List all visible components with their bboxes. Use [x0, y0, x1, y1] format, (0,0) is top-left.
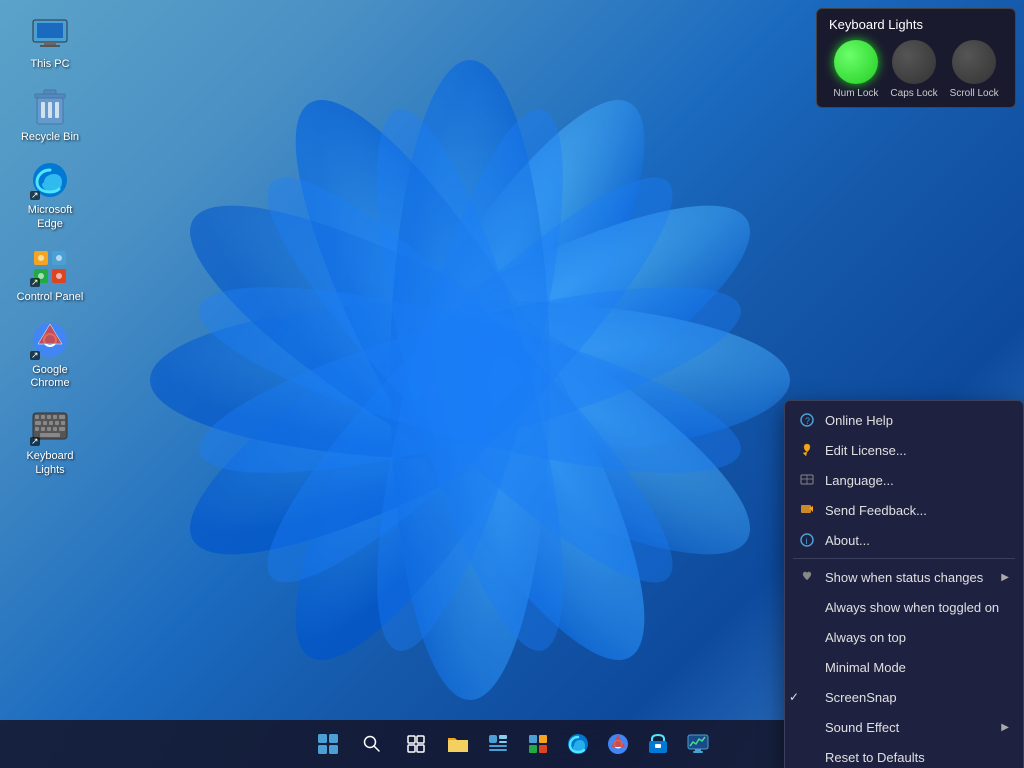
file-explorer-taskbar-btn[interactable]: [440, 726, 476, 762]
desktop-icon-recycle-bin[interactable]: Recycle Bin: [10, 83, 90, 148]
menu-item-about[interactable]: i About...: [785, 525, 1023, 555]
menu-label-always-show-toggled: Always show when toggled on: [825, 600, 1009, 615]
always-show-icon: [799, 599, 815, 615]
chrome-label: Google Chrome: [14, 364, 86, 390]
taskbar-center: [308, 724, 716, 764]
about-icon: i: [799, 532, 815, 548]
desktop: This PC Recycle Bin: [0, 0, 1024, 768]
svg-text:?: ?: [805, 416, 810, 426]
menu-item-reset-defaults[interactable]: Reset to Defaults: [785, 742, 1023, 768]
desktop-icon-chrome[interactable]: ↗ Google Chrome: [10, 316, 90, 394]
desktop-icons: This PC Recycle Bin: [10, 10, 90, 481]
screensnap-icon: [799, 689, 815, 705]
sound-effect-arrow: ▶: [1001, 722, 1009, 733]
language-icon: [799, 472, 815, 488]
menu-item-always-on-top[interactable]: Always on top: [785, 622, 1023, 652]
menu-item-edit-license[interactable]: Edit License...: [785, 435, 1023, 465]
menu-label-always-on-top: Always on top: [825, 630, 1009, 645]
desktop-icon-this-pc[interactable]: This PC: [10, 10, 90, 75]
keyboard-lights-widget: Keyboard Lights Num Lock Caps Lock Scrol…: [816, 8, 1016, 108]
online-help-icon: ?: [799, 412, 815, 428]
keyboard-lights-icon: ↗: [30, 406, 70, 446]
caps-lock-circle: [892, 40, 936, 84]
control-panel-icon: ↗: [30, 247, 70, 287]
this-pc-icon: [30, 14, 70, 54]
menu-label-minimal-mode: Minimal Mode: [825, 660, 1009, 675]
menu-item-sound-effect[interactable]: Sound Effect ▶: [785, 712, 1023, 742]
menu-separator-1: [793, 558, 1015, 559]
edge-icon: ↗: [30, 160, 70, 200]
keyboard-lights-desktop-label: Keyboard Lights: [14, 450, 86, 476]
this-pc-label: This PC: [30, 58, 69, 71]
task-view-button[interactable]: [396, 724, 436, 764]
show-when-status-arrow: ▶: [1001, 572, 1009, 583]
menu-item-send-feedback[interactable]: Send Feedback...: [785, 495, 1023, 525]
store-btn[interactable]: [520, 726, 556, 762]
menu-label-sound-effect: Sound Effect: [825, 720, 991, 735]
num-lock-light: Num Lock: [833, 40, 878, 99]
num-lock-label: Num Lock: [833, 88, 878, 99]
svg-text:i: i: [806, 536, 808, 546]
show-when-status-icon: [799, 569, 815, 585]
ms-store-btn[interactable]: [640, 726, 676, 762]
menu-label-show-when-status: Show when status changes: [825, 570, 991, 585]
scroll-lock-label: Scroll Lock: [950, 88, 999, 99]
menu-item-show-when-status[interactable]: Show when status changes ▶: [785, 562, 1023, 592]
reset-defaults-icon: [799, 749, 815, 765]
send-feedback-icon: [799, 502, 815, 518]
num-lock-circle: [834, 40, 878, 84]
menu-label-send-feedback: Send Feedback...: [825, 503, 1009, 518]
menu-label-language: Language...: [825, 473, 1009, 488]
menu-label-edit-license: Edit License...: [825, 443, 1009, 458]
menu-label-reset-defaults: Reset to Defaults: [825, 750, 1009, 765]
edit-license-icon: [799, 442, 815, 458]
lights-row: Num Lock Caps Lock Scroll Lock: [829, 40, 1003, 99]
chrome-icon: ↗: [30, 320, 70, 360]
widget-title: Keyboard Lights: [829, 17, 1003, 32]
recycle-bin-icon: [30, 87, 70, 127]
chrome-taskbar-btn[interactable]: [600, 726, 636, 762]
desktop-icon-control-panel[interactable]: ↗ Control Panel: [10, 243, 90, 308]
menu-item-language[interactable]: Language...: [785, 465, 1023, 495]
menu-item-screensnap[interactable]: ScreenSnap: [785, 682, 1023, 712]
menu-item-always-show-toggled[interactable]: Always show when toggled on: [785, 592, 1023, 622]
context-menu: ? Online Help Edit License... Language..…: [784, 400, 1024, 768]
monitor-btn[interactable]: [680, 726, 716, 762]
widgets-btn[interactable]: [480, 726, 516, 762]
sound-effect-icon: [799, 719, 815, 735]
desktop-icon-edge[interactable]: ↗ Microsoft Edge: [10, 156, 90, 234]
control-panel-label: Control Panel: [17, 291, 84, 304]
caps-lock-light: Caps Lock: [890, 40, 937, 99]
menu-item-online-help[interactable]: ? Online Help: [785, 405, 1023, 435]
scroll-lock-light: Scroll Lock: [950, 40, 999, 99]
search-button[interactable]: [352, 724, 392, 764]
menu-label-screensnap: ScreenSnap: [825, 690, 1009, 705]
menu-label-online-help: Online Help: [825, 413, 1009, 428]
recycle-bin-label: Recycle Bin: [21, 131, 79, 144]
scroll-lock-circle: [952, 40, 996, 84]
minimal-mode-icon: [799, 659, 815, 675]
edge-taskbar-btn[interactable]: [560, 726, 596, 762]
always-on-top-icon: [799, 629, 815, 645]
caps-lock-label: Caps Lock: [890, 88, 937, 99]
menu-item-minimal-mode[interactable]: Minimal Mode: [785, 652, 1023, 682]
desktop-icon-keyboard-lights[interactable]: ↗ Keyboard Lights: [10, 402, 90, 480]
menu-label-about: About...: [825, 533, 1009, 548]
edge-label: Microsoft Edge: [14, 204, 86, 230]
start-button[interactable]: [308, 724, 348, 764]
